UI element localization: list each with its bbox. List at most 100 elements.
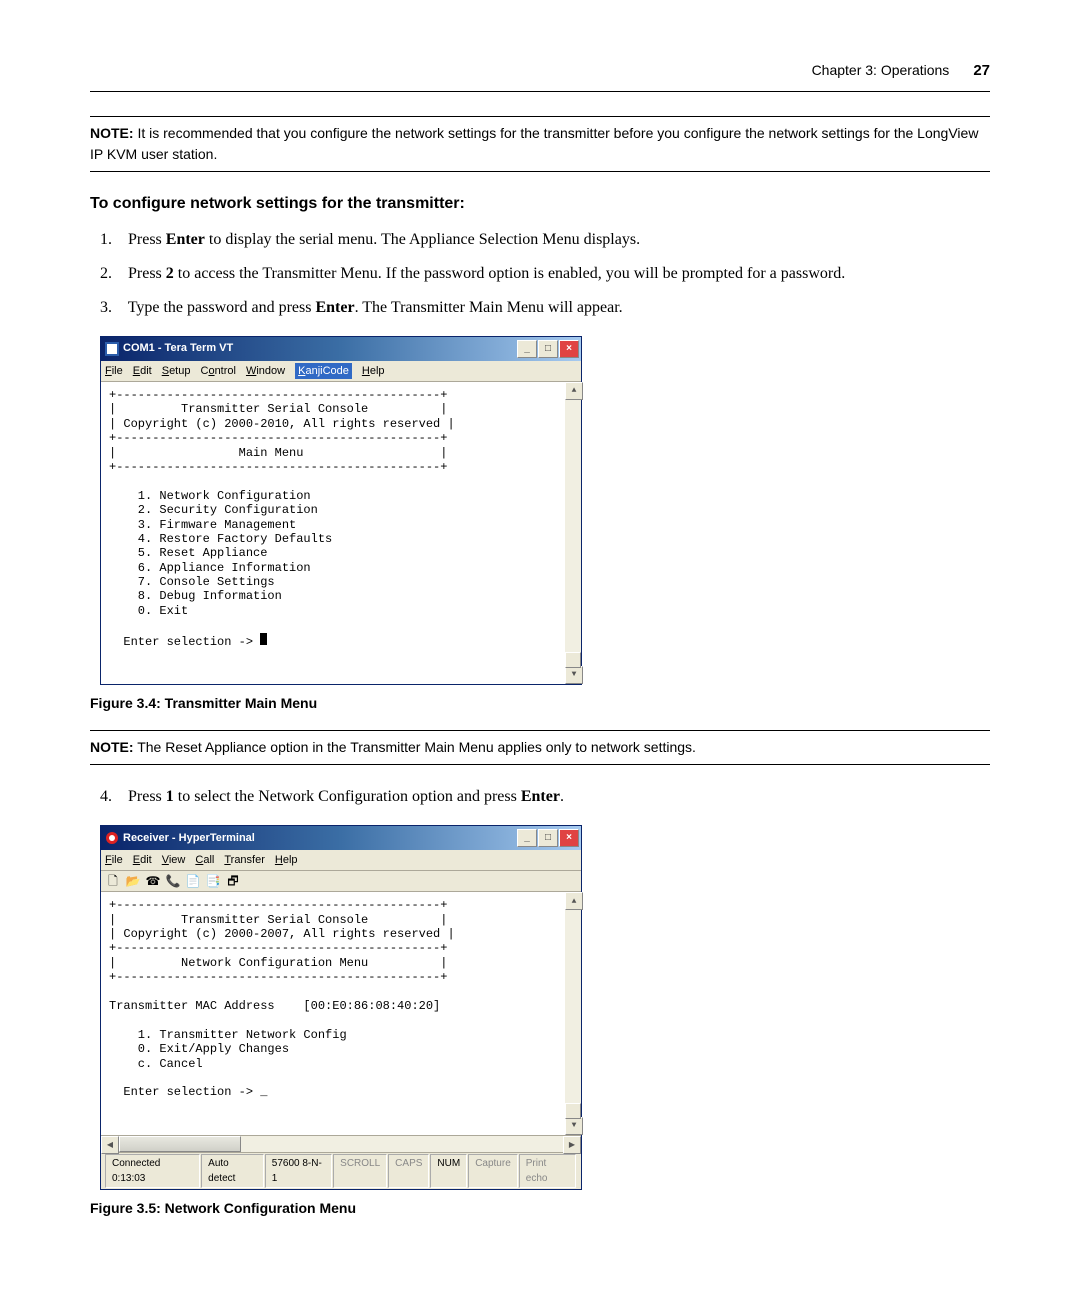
scroll-down-button[interactable]: ▼ <box>565 666 583 684</box>
step-item: 1. Press Enter to display the serial men… <box>90 228 990 252</box>
note-text: The Reset Appliance option in the Transm… <box>134 739 696 755</box>
scroll-track[interactable] <box>565 400 581 666</box>
menu-file[interactable]: File <box>105 852 123 869</box>
scroll-thumb[interactable] <box>565 652 581 668</box>
step-strong: 2 <box>166 265 174 282</box>
app-icon <box>105 831 119 845</box>
window-buttons: _ □ × <box>517 340 579 358</box>
note-prefix: NOTE: <box>90 739 134 755</box>
menu-help[interactable]: Help <box>362 363 385 380</box>
horizontal-scrollbar[interactable]: ◀ ▶ <box>101 1135 581 1152</box>
scroll-down-button[interactable]: ▼ <box>565 1117 583 1135</box>
menu-kanjicode[interactable]: KanjiCode <box>295 363 352 380</box>
note-box-1: NOTE: It is recommended that you configu… <box>90 116 990 172</box>
menu-window[interactable]: Window <box>246 363 285 380</box>
scroll-up-button[interactable]: ▲ <box>565 892 583 910</box>
step-item: 4. Press 1 to select the Network Configu… <box>90 785 990 809</box>
menu-call[interactable]: Call <box>195 852 214 869</box>
menu-file[interactable]: File <box>105 363 123 380</box>
connect-icon[interactable]: ☎ <box>145 873 161 889</box>
note-box-2: NOTE: The Reset Appliance option in the … <box>90 730 990 765</box>
section-heading: To configure network settings for the tr… <box>90 192 990 216</box>
window-title: COM1 - Tera Term VT <box>123 340 233 357</box>
scroll-up-button[interactable]: ▲ <box>565 382 583 400</box>
step-num: 3. <box>100 296 124 320</box>
figure-caption-34: Figure 3.4: Transmitter Main Menu <box>90 693 990 714</box>
step-num: 2. <box>100 262 124 286</box>
hscroll-thumb[interactable] <box>119 1136 241 1152</box>
titlebar[interactable]: Receiver - HyperTerminal _ □ × <box>101 826 581 850</box>
scroll-track[interactable] <box>565 910 581 1116</box>
close-button[interactable]: × <box>559 340 579 358</box>
menu-edit[interactable]: Edit <box>133 363 152 380</box>
window-title: Receiver - HyperTerminal <box>123 830 255 847</box>
step-item: 2. Press 2 to access the Transmitter Men… <box>90 262 990 286</box>
status-capture: Capture <box>468 1154 518 1188</box>
step-strong: 1 <box>166 788 174 805</box>
new-icon[interactable]: 🗋 <box>105 873 121 889</box>
step-post: . The Transmitter Main Menu will appear. <box>355 299 623 316</box>
step-strong: Enter <box>315 299 354 316</box>
menu-control[interactable]: Control <box>200 363 235 380</box>
terminal-body[interactable]: +---------------------------------------… <box>101 892 581 1134</box>
titlebar[interactable]: COM1 - Tera Term VT _ □ × <box>101 337 581 361</box>
step-pre: Press <box>128 265 166 282</box>
menu-help[interactable]: Help <box>275 852 298 869</box>
close-button[interactable]: × <box>559 829 579 847</box>
step-pre: Type the password and press <box>128 299 316 316</box>
status-scroll: SCROLL <box>333 1154 387 1188</box>
hyperterminal-window: Receiver - HyperTerminal _ □ × File Edit… <box>100 825 582 1190</box>
step-num: 1. <box>100 228 124 252</box>
status-caps: CAPS <box>388 1154 429 1188</box>
status-num: NUM <box>430 1154 467 1188</box>
step-pre: Press <box>128 231 166 248</box>
properties-icon[interactable]: 🗗 <box>225 873 241 889</box>
minimize-button[interactable]: _ <box>517 340 537 358</box>
note-text: It is recommended that you configure the… <box>90 125 978 162</box>
menu-edit[interactable]: Edit <box>133 852 152 869</box>
app-icon <box>105 342 119 356</box>
receive-icon[interactable]: 📑 <box>205 873 221 889</box>
menu-transfer[interactable]: Transfer <box>224 852 265 869</box>
menu-view[interactable]: View <box>162 852 186 869</box>
steps-list-1: 1. Press Enter to display the serial men… <box>90 228 990 320</box>
toolbar: 🗋 📂 ☎ 📞 📄 📑 🗗 <box>101 871 581 892</box>
header-page: 27 <box>973 60 990 83</box>
tera-term-window: COM1 - Tera Term VT _ □ × File Edit Setu… <box>100 336 582 685</box>
step-strong2: Enter <box>521 788 560 805</box>
terminal-content: +---------------------------------------… <box>109 898 455 1099</box>
open-icon[interactable]: 📂 <box>125 873 141 889</box>
vertical-scrollbar[interactable]: ▲ ▼ <box>565 382 581 684</box>
step-strong: Enter <box>166 231 205 248</box>
page-header: Chapter 3: Operations 27 <box>90 60 990 92</box>
send-icon[interactable]: 📄 <box>185 873 201 889</box>
window-buttons: _ □ × <box>517 829 579 847</box>
step-post2: . <box>560 788 564 805</box>
status-baud: 57600 8-N-1 <box>265 1154 332 1188</box>
maximize-button[interactable]: □ <box>538 340 558 358</box>
terminal-content: +---------------------------------------… <box>109 388 455 649</box>
header-chapter: Chapter 3: Operations <box>812 60 950 81</box>
terminal-body[interactable]: +---------------------------------------… <box>101 382 581 684</box>
scroll-thumb[interactable] <box>565 1103 581 1119</box>
step-num: 4. <box>100 785 124 809</box>
scroll-left-button[interactable]: ◀ <box>101 1136 119 1154</box>
maximize-button[interactable]: □ <box>538 829 558 847</box>
minimize-button[interactable]: _ <box>517 829 537 847</box>
figure-caption-35: Figure 3.5: Network Configuration Menu <box>90 1198 990 1219</box>
step-post: to access the Transmitter Menu. If the p… <box>174 265 845 282</box>
cursor-icon <box>260 633 267 645</box>
step-post: to display the serial menu. The Applianc… <box>205 231 640 248</box>
steps-list-2: 4. Press 1 to select the Network Configu… <box>90 785 990 809</box>
status-print: Print echo <box>519 1154 576 1188</box>
menu-setup[interactable]: Setup <box>162 363 191 380</box>
disconnect-icon[interactable]: 📞 <box>165 873 181 889</box>
vertical-scrollbar[interactable]: ▲ ▼ <box>565 892 581 1134</box>
menubar: File Edit Setup Control Window KanjiCode… <box>101 361 581 383</box>
menubar: File Edit View Call Transfer Help <box>101 850 581 872</box>
hscroll-track[interactable] <box>119 1136 563 1152</box>
step-pre: Press <box>128 788 166 805</box>
status-connected: Connected 0:13:03 <box>105 1154 200 1188</box>
scroll-right-button[interactable]: ▶ <box>563 1136 581 1154</box>
status-detect: Auto detect <box>201 1154 264 1188</box>
